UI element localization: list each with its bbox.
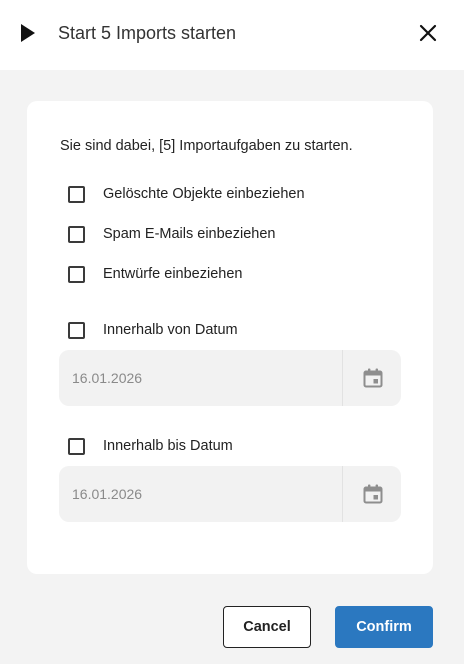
close-icon (419, 24, 437, 42)
from-date-value[interactable]: 16.01.2026 (72, 369, 142, 387)
close-button[interactable] (416, 21, 440, 45)
include-spam-option[interactable]: Spam E-Mails einbeziehen (68, 223, 275, 245)
include-spam-label: Spam E-Mails einbeziehen (103, 226, 276, 242)
to-date-option[interactable]: Innerhalb bis Datum (68, 435, 233, 457)
include-drafts-checkbox[interactable] (68, 265, 85, 283)
from-date-label: Innerhalb von Datum (103, 322, 238, 338)
include-drafts-option[interactable]: Entwürfe einbeziehen (68, 263, 242, 285)
include-spam-checkbox[interactable] (68, 225, 85, 243)
intro-text: Sie sind dabei, [5] Importaufgaben zu st… (60, 138, 353, 154)
include-deleted-option[interactable]: Gelöschte Objekte einbeziehen (68, 183, 305, 205)
from-date-checkbox[interactable] (68, 321, 85, 339)
calendar-icon (363, 368, 383, 388)
dialog-title: Start 5 Imports starten (58, 23, 237, 43)
to-date-label: Innerhalb bis Datum (103, 438, 233, 454)
import-options-card: Sie sind dabei, [5] Importaufgaben zu st… (27, 101, 433, 574)
play-icon (21, 24, 35, 42)
include-deleted-checkbox[interactable] (68, 185, 85, 203)
from-date-field[interactable]: 16.01.2026 (59, 350, 401, 406)
calendar-icon (363, 484, 383, 504)
to-date-field[interactable]: 16.01.2026 (59, 466, 401, 522)
include-deleted-label: Gelöschte Objekte einbeziehen (103, 186, 305, 202)
to-date-calendar-button[interactable] (343, 466, 401, 522)
from-date-option[interactable]: Innerhalb von Datum (68, 319, 238, 341)
confirm-button[interactable]: Confirm (335, 606, 433, 648)
from-date-calendar-button[interactable] (343, 350, 401, 406)
dialog-header: Start 5 Imports starten (0, 0, 464, 70)
to-date-value[interactable]: 16.01.2026 (72, 485, 142, 503)
to-date-checkbox[interactable] (68, 437, 85, 455)
include-drafts-label: Entwürfe einbeziehen (103, 266, 243, 282)
cancel-button[interactable]: Cancel (223, 606, 311, 648)
